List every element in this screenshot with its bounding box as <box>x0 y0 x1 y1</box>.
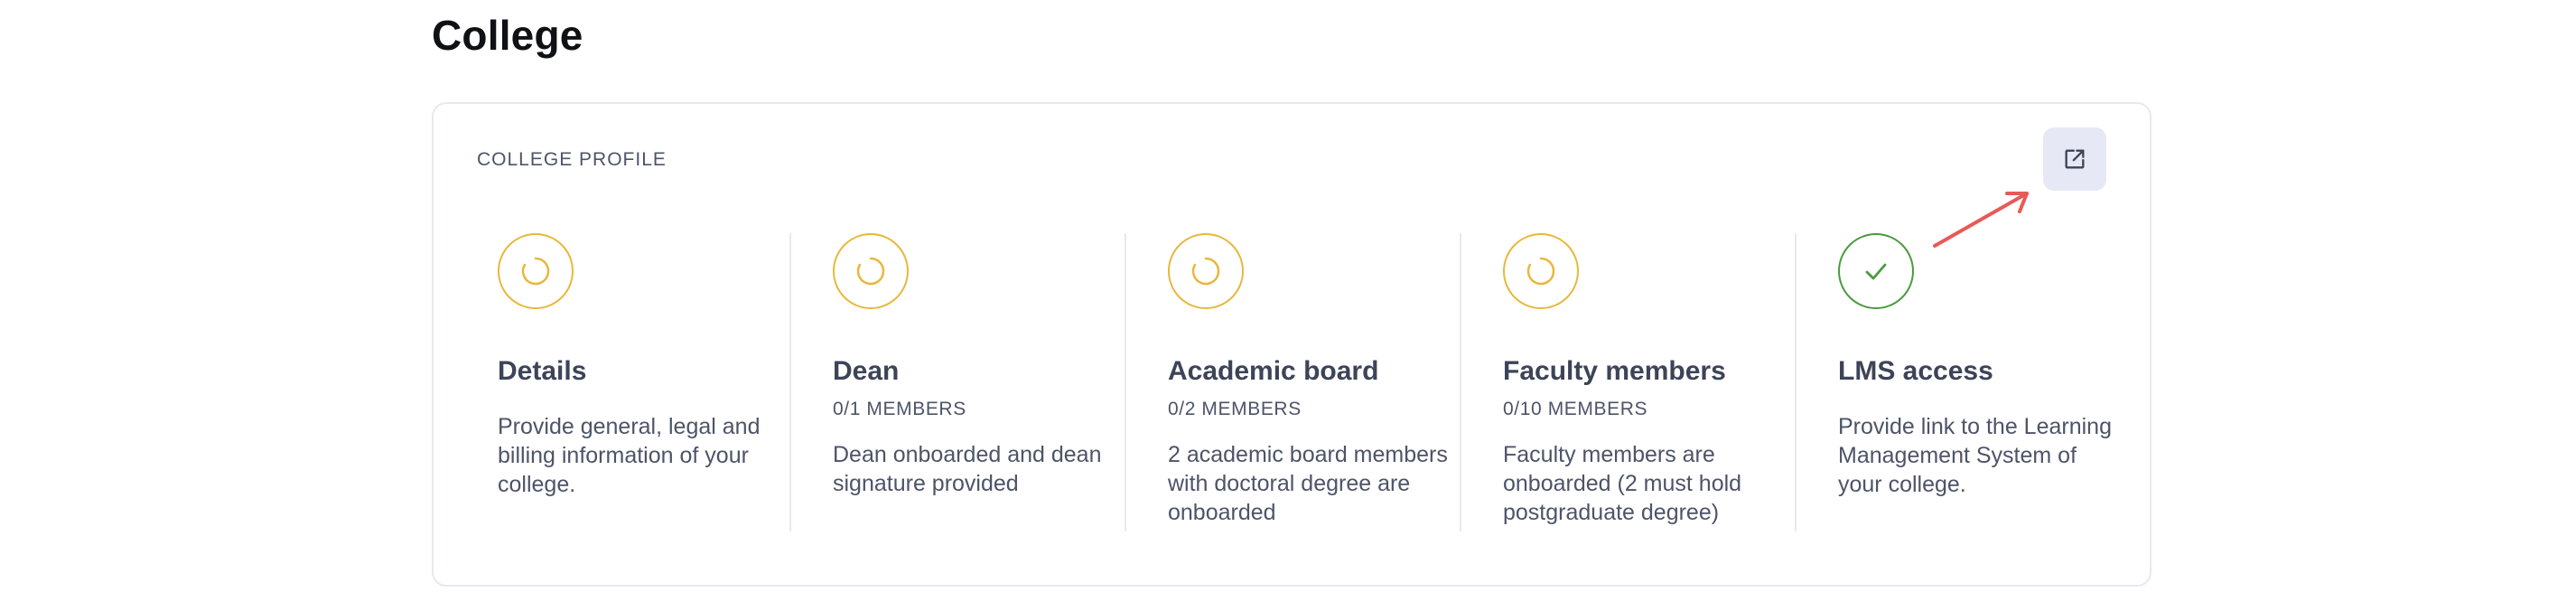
spinner-icon <box>1526 257 1555 286</box>
page-title: College <box>432 12 583 59</box>
step-title: Details <box>498 356 587 386</box>
profile-steps: Details Provide general, legal and billi… <box>434 233 2150 531</box>
annotation-arrow-icon <box>1933 192 2029 248</box>
college-page: College COLLEGE PROFILE Details Provide … <box>0 0 2576 611</box>
step-description: Dean onboarded and dean signature provid… <box>833 442 1102 496</box>
status-pending-icon <box>833 233 909 309</box>
card-label: COLLEGE PROFILE <box>477 149 667 170</box>
status-pending-icon <box>498 233 574 309</box>
step-description: Faculty members are onboarded (2 must ho… <box>1503 442 1742 525</box>
step-description: Provide general, legal and billing infor… <box>498 414 761 497</box>
step-title: Dean <box>833 356 900 386</box>
status-done-icon <box>1838 233 1914 309</box>
step-faculty-members[interactable]: Faculty members 0/10 MEMBERS Faculty mem… <box>1503 233 1783 531</box>
step-member-count: 0/2 MEMBERS <box>1168 399 1302 419</box>
step-academic-board[interactable]: Academic board 0/2 MEMBERS 2 academic bo… <box>1168 233 1448 531</box>
step-member-count: 0/1 MEMBERS <box>833 399 966 419</box>
college-profile-card: COLLEGE PROFILE Details Provide general,… <box>432 102 2151 587</box>
open-profile-button[interactable] <box>2043 127 2106 191</box>
spinner-icon <box>521 257 550 286</box>
spinner-icon <box>1191 257 1220 286</box>
status-pending-icon <box>1503 233 1579 309</box>
step-member-count: 0/10 MEMBERS <box>1503 399 1648 419</box>
step-title: Academic board <box>1168 356 1379 386</box>
step-description: Provide link to the Learning Management … <box>1838 414 2112 497</box>
step-title: LMS access <box>1838 356 1993 386</box>
step-lms-access[interactable]: LMS access Provide link to the Learning … <box>1838 233 2118 531</box>
check-icon <box>1865 263 1887 280</box>
step-description: 2 academic board members with doctoral d… <box>1168 442 1448 525</box>
step-dean[interactable]: Dean 0/1 MEMBERS Dean onboarded and dean… <box>833 233 1104 531</box>
spinner-icon <box>856 257 885 286</box>
status-pending-icon <box>1168 233 1244 309</box>
step-details[interactable]: Details Provide general, legal and billi… <box>498 233 769 531</box>
step-title: Faculty members <box>1503 356 1726 386</box>
external-link-icon <box>2065 149 2085 169</box>
